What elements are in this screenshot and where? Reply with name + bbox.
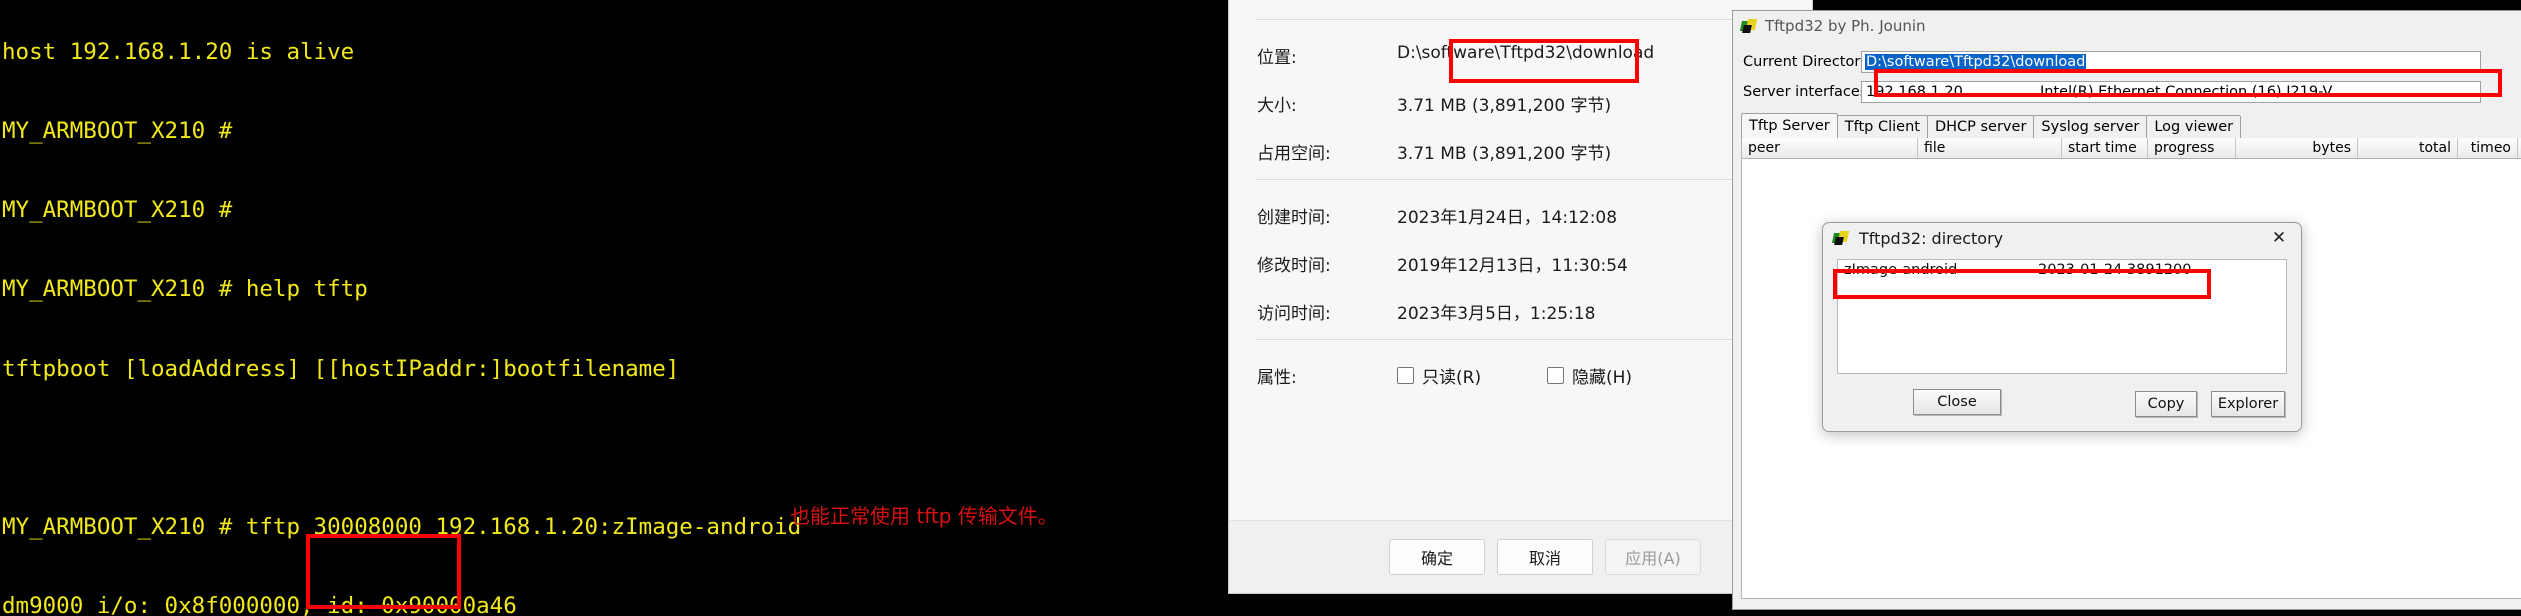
modified-label: 修改时间: (1257, 256, 1331, 276)
property-row-created: 创建时间: 2023年1月24日，14:12:08 (1257, 203, 1794, 229)
tab-tftp-server[interactable]: Tftp Server (1741, 113, 1838, 138)
apply-button[interactable]: 应用(A) (1605, 539, 1701, 575)
close-icon[interactable]: ✕ (2257, 223, 2301, 253)
terminal-line: dm9000 i/o: 0x8f000000, id: 0x90000a46 (2, 593, 517, 616)
divider (1255, 19, 1786, 20)
directory-dialog-title: Tftpd32: directory (1859, 228, 2004, 248)
tab-tftp-client[interactable]: Tftp Client (1836, 115, 1928, 138)
current-directory-value: D:\software\Tftpd32\download (1865, 54, 2087, 70)
close-button[interactable]: Close (1913, 389, 2001, 415)
terminal-line: MY_ARMBOOT_X210 # (2, 118, 246, 145)
tftpd32-app-icon (1739, 18, 1758, 34)
list-item-meta: 2023-01-24 3891200 (2038, 262, 2191, 278)
current-directory-input[interactable]: D:\software\Tftpd32\download (1861, 51, 2481, 73)
directory-listbox[interactable]: zImage-android 2023-01-24 3891200 (1837, 259, 2287, 374)
current-directory-row: Current Directory D:\software\Tftpd32\do… (1743, 51, 2521, 75)
attributes-label: 属性: (1257, 368, 1297, 388)
tftpd32-app-icon (1831, 230, 1850, 246)
list-item[interactable]: zImage-android 2023-01-24 3891200 (1838, 260, 2286, 282)
property-row-accessed: 访问时间: 2023年3月5日，1:25:18 (1257, 299, 1794, 325)
terminal-line: host 192.168.1.20 is alive (2, 38, 355, 65)
cancel-button[interactable]: 取消 (1497, 539, 1593, 575)
tab-dhcp-server[interactable]: DHCP server (1926, 115, 2035, 138)
properties-body: 位置: D:\software\Tftpd32\download 大小: 3.7… (1229, 0, 1812, 593)
column-header-peer[interactable]: peer (1742, 138, 1918, 158)
column-header-total[interactable]: total (2358, 138, 2458, 158)
transfer-grid-header: peer file start time progress bytes tota… (1741, 138, 2521, 159)
created-label: 创建时间: (1257, 208, 1331, 228)
size-label: 大小: (1257, 96, 1297, 116)
column-header-file[interactable]: file (1918, 138, 2062, 158)
tftpd32-tabstrip: Tftp Server Tftp Client DHCP server Sysl… (1741, 113, 2242, 138)
list-item-date: 2023-01-24 (2038, 262, 2123, 278)
server-interfaces-name: Intel(R) Ethernet Connection (16) I219-V (2040, 84, 2333, 100)
server-interfaces-row: Server interfaces 192.168.1.20 Intel(R) … (1743, 81, 2521, 105)
divider (1255, 179, 1786, 180)
directory-dialog-titlebar[interactable]: Tftpd32: directory (1823, 223, 2301, 253)
server-interfaces-ip: 192.168.1.20 (1866, 84, 1963, 100)
terminal-line: tftpboot [loadAddress] [[hostIPaddr:]boo… (2, 355, 680, 382)
property-row-modified: 修改时间: 2019年12月13日，11:30:54 (1257, 251, 1794, 277)
checkbox-hidden-label: 隐藏(H) (1572, 368, 1633, 388)
location-value: D:\software\Tftpd32\download (1397, 43, 1655, 63)
checkbox-readonly[interactable]: 只读(R) (1397, 363, 1481, 388)
checkbox-icon[interactable] (1547, 367, 1564, 384)
checkbox-readonly-label: 只读(R) (1422, 368, 1482, 388)
annotation-text: 也能正常使用 tftp 传输文件。 (790, 504, 1058, 528)
accessed-label: 访问时间: (1257, 304, 1331, 324)
column-header-progress[interactable]: progress (2148, 138, 2236, 158)
column-header-start-time[interactable]: start time (2062, 138, 2148, 158)
created-value: 2023年1月24日，14:12:08 (1397, 208, 1618, 228)
checkbox-icon[interactable] (1397, 367, 1414, 384)
divider (1255, 339, 1786, 340)
size-on-disk-value: 3.71 MB (3,891,200 字节) (1397, 144, 1612, 164)
terminal-line: MY_ARMBOOT_X210 # help tftp (2, 276, 368, 303)
location-label: 位置: (1257, 48, 1297, 68)
tab-syslog-server[interactable]: Syslog server (2033, 115, 2148, 138)
file-properties-dialog: 位置: D:\software\Tftpd32\download 大小: 3.7… (1228, 0, 1813, 594)
list-item-filename: zImage-android (1844, 262, 1958, 278)
explorer-button[interactable]: Explorer (2211, 391, 2285, 417)
copy-button[interactable]: Copy (2135, 391, 2197, 417)
checkbox-hidden[interactable]: 隐藏(H) (1547, 363, 1632, 388)
property-row-size: 大小: 3.71 MB (3,891,200 字节) (1257, 91, 1794, 117)
server-interfaces-label: Server interfaces (1743, 84, 1868, 100)
size-on-disk-label: 占用空间: (1257, 144, 1331, 164)
property-row-location: 位置: D:\software\Tftpd32\download (1257, 43, 1794, 69)
column-header-timeout[interactable]: timeo (2458, 138, 2518, 158)
property-row-size-on-disk: 占用空间: 3.71 MB (3,891,200 字节) (1257, 139, 1794, 165)
server-interfaces-select[interactable]: 192.168.1.20 Intel(R) Ethernet Connectio… (1861, 81, 2481, 103)
tftpd32-titlebar[interactable]: Tftpd32 by Ph. Jounin (1733, 11, 2521, 41)
accessed-value: 2023年3月5日，1:25:18 (1397, 304, 1596, 324)
dialog-button-row: 确定 取消 应用(A) (1229, 520, 1812, 593)
property-row-attributes: 属性: 只读(R) 隐藏(H) (1257, 363, 1794, 389)
ok-button[interactable]: 确定 (1389, 539, 1485, 575)
column-header-bytes[interactable]: bytes (2236, 138, 2358, 158)
current-directory-label: Current Directory (1743, 54, 1869, 70)
tftpd32-title: Tftpd32 by Ph. Jounin (1765, 17, 1926, 35)
size-value: 3.71 MB (3,891,200 字节) (1397, 96, 1612, 116)
modified-value: 2019年12月13日，11:30:54 (1397, 256, 1628, 276)
terminal-line: MY_ARMBOOT_X210 # (2, 197, 246, 224)
tftpd32-directory-dialog: Tftpd32: directory ✕ zImage-android 2023… (1822, 222, 2302, 432)
list-item-size: 3891200 (2126, 262, 2192, 278)
tab-log-viewer[interactable]: Log viewer (2146, 115, 2242, 138)
